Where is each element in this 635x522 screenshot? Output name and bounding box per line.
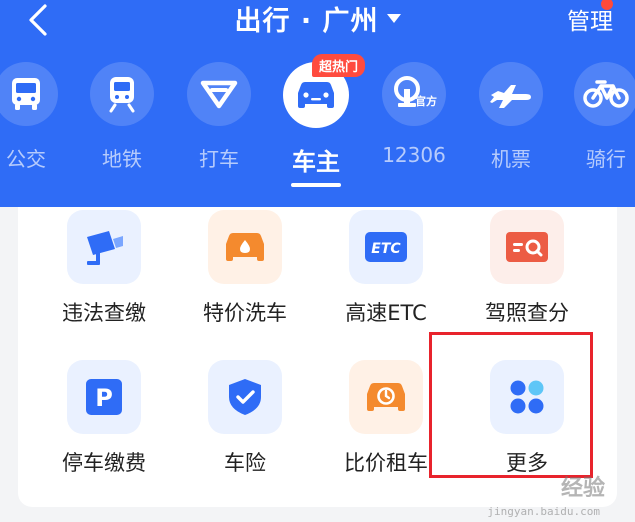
- etc-icon: ETC: [365, 232, 407, 262]
- service-label: 驾照查分: [485, 301, 569, 325]
- top-header: 出行 · 广州 管理 公交 地铁 打车 超热门 车主 官方 12306 机票 骑…: [0, 0, 635, 207]
- car-wash-icon: [226, 233, 264, 261]
- service-traffic-violation[interactable]: 违法查缴: [34, 210, 174, 327]
- service-parking[interactable]: P 停车缴费: [34, 360, 174, 477]
- service-car-rental[interactable]: 比价租车: [316, 360, 456, 477]
- tab-taxi[interactable]: 打车: [171, 62, 267, 172]
- service-more[interactable]: 更多: [457, 360, 597, 477]
- traffic-violation-tile: [67, 210, 141, 284]
- parking-icon: P: [86, 379, 122, 415]
- railway-icon: 官方: [394, 76, 437, 108]
- service-label: 更多: [506, 451, 548, 475]
- tab-label-cycling: 骑行: [586, 147, 626, 171]
- tab-label-flight: 机票: [491, 147, 531, 171]
- taxi-icon-circle: [187, 62, 251, 126]
- more-tile: [490, 360, 564, 434]
- tab-label-bus: 公交: [6, 147, 46, 171]
- car-rental-tile: [349, 360, 423, 434]
- parking-tile: P: [67, 360, 141, 434]
- license-points-tile: [490, 210, 564, 284]
- tab-car-owner[interactable]: 超热门 车主: [268, 54, 366, 187]
- service-label: 比价租车: [344, 451, 428, 475]
- hot-badge: 超热门: [312, 54, 366, 77]
- service-label: 停车缴费: [62, 451, 146, 475]
- service-label: 车险: [224, 451, 266, 475]
- insurance-tile: [208, 360, 282, 434]
- tab-metro[interactable]: 地铁: [74, 62, 170, 172]
- tab-label-12306: 12306: [382, 143, 446, 167]
- metro-icon-circle: [90, 62, 154, 126]
- tab-flight[interactable]: 机票: [463, 62, 559, 172]
- car-wash-tile: [208, 210, 282, 284]
- service-label: 特价洗车: [203, 301, 287, 325]
- airplane-icon-circle: [479, 62, 543, 126]
- page-title: 出行 · 广州: [234, 5, 379, 37]
- manage-label: 管理: [567, 9, 613, 35]
- tab-label-metro: 地铁: [102, 147, 142, 171]
- airplane-icon: [490, 85, 531, 108]
- car-owner-icon: [298, 82, 334, 108]
- service-label: 违法查缴: [62, 301, 146, 325]
- metro-icon: [109, 77, 135, 113]
- tab-bus[interactable]: 公交: [0, 62, 74, 172]
- transport-tab-row: 公交 地铁 打车 超热门 车主 官方 12306 机票 骑行: [0, 54, 635, 192]
- tab-12306[interactable]: 官方 12306: [366, 62, 462, 167]
- bus-icon-circle: [0, 62, 58, 126]
- manage-button[interactable]: 管理: [567, 0, 613, 36]
- license-search-icon: [506, 232, 548, 262]
- service-license-points[interactable]: 驾照查分: [457, 210, 597, 327]
- service-label: 高速ETC: [345, 301, 427, 325]
- official-badge-text: 官方: [415, 94, 437, 108]
- insurance-shield-icon: [229, 379, 261, 415]
- camera-violation-icon: [87, 231, 123, 265]
- railway-icon-circle: 官方: [382, 62, 446, 126]
- bicycle-icon: [583, 80, 629, 108]
- service-etc[interactable]: ETC 高速ETC: [316, 210, 456, 327]
- service-car-wash[interactable]: 特价洗车: [175, 210, 315, 327]
- car-rental-icon: [367, 383, 405, 411]
- service-insurance[interactable]: 车险: [175, 360, 315, 477]
- dropdown-caret-icon: [386, 13, 401, 23]
- bicycle-icon-circle: [574, 62, 635, 126]
- more-dots-icon: [510, 380, 544, 414]
- svg-text:ETC: ETC: [371, 241, 401, 257]
- etc-tile: ETC: [349, 210, 423, 284]
- tab-label-taxi: 打车: [199, 147, 239, 171]
- svg-text:P: P: [95, 384, 113, 412]
- city-selector[interactable]: 出行 · 广州: [0, 0, 635, 37]
- taxi-icon: [200, 80, 238, 109]
- active-tab-underline: [291, 183, 341, 187]
- car-services-card: 违法查缴 特价洗车 ETC 高速ETC 驾照查分 P 停车缴费 车险 比价租车 …: [18, 207, 617, 507]
- tab-cycling[interactable]: 骑行: [558, 62, 635, 172]
- tab-label-car-owner: 车主: [292, 148, 340, 176]
- bus-icon: [12, 78, 40, 110]
